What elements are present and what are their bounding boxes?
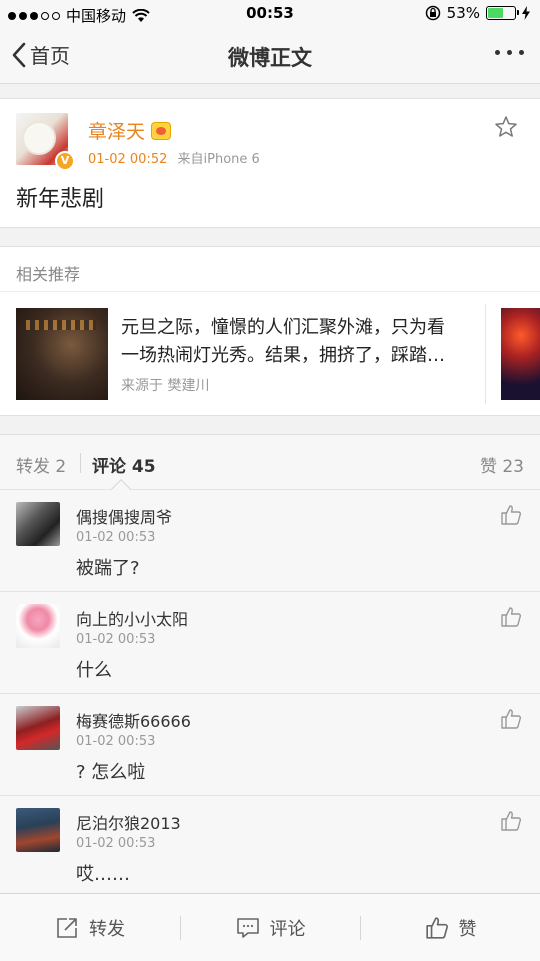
commenter-avatar[interactable] xyxy=(16,502,60,546)
post-meta: 01-02 00:52 来自iPhone 6 xyxy=(88,148,260,167)
divider xyxy=(80,453,81,473)
author-name[interactable]: 章泽天 xyxy=(88,117,172,144)
repost-button[interactable]: 转发 xyxy=(0,894,180,961)
post-time: 01-02 00:52 xyxy=(88,152,168,167)
charging-icon xyxy=(522,6,530,20)
status-bar: 中国移动 00:53 53% xyxy=(0,0,540,28)
related-header: 相关推荐 xyxy=(0,246,540,292)
rotation-lock-icon xyxy=(425,5,440,21)
tab-comment[interactable]: 评论 45 xyxy=(92,452,156,477)
commenter-avatar[interactable] xyxy=(16,706,60,750)
interaction-tabs: 转发 2 评论 45 赞 23 xyxy=(0,434,540,499)
favorite-star-icon[interactable] xyxy=(494,115,518,139)
like-icon[interactable] xyxy=(500,504,522,526)
comment-item[interactable]: 向上的小小太阳 01-02 00:53 什么 xyxy=(0,592,540,694)
post-source: 来自iPhone 6 xyxy=(177,152,260,167)
divider xyxy=(485,304,486,404)
tab-repost[interactable]: 转发 2 xyxy=(16,452,66,477)
share-icon xyxy=(57,918,77,938)
thumbs-up-icon xyxy=(425,917,448,939)
comment-text: 哎…… xyxy=(76,864,130,885)
comment-item[interactable]: 偶搜偶搜周爷 01-02 00:53 被踹了? xyxy=(0,490,540,592)
comment-time: 01-02 00:53 xyxy=(76,530,156,545)
post-card: V 章泽天 01-02 00:52 来自iPhone 6 新年悲剧 xyxy=(0,98,540,228)
comment-text: 被踹了? xyxy=(76,558,140,579)
like-icon[interactable] xyxy=(500,606,522,628)
comment-icon xyxy=(236,918,259,938)
like-icon[interactable] xyxy=(500,708,522,730)
comment-item[interactable]: 梅赛德斯66666 01-02 00:53 ? 怎么啦 xyxy=(0,694,540,796)
comment-text: ? 怎么啦 xyxy=(76,762,146,783)
commenter-name[interactable]: 偶搜偶搜周爷 xyxy=(76,504,172,528)
like-button[interactable]: 赞 xyxy=(361,894,540,961)
comment-button[interactable]: 评论 xyxy=(181,894,360,961)
related-summary: 元旦之际，憧憬的人们汇聚外滩，只为看 一场热闹灯光秀。结果，拥挤了，踩踏… xyxy=(121,314,479,370)
related-source: 来源于 樊建川 xyxy=(121,378,210,394)
post-text: 新年悲剧 xyxy=(16,187,105,212)
author-name-text: 章泽天 xyxy=(88,121,146,143)
related-item[interactable]: 元旦之际，憧憬的人们汇聚外滩，只为看 一场热闹灯光秀。结果，拥挤了，踩踏… 来源… xyxy=(0,292,540,416)
battery-percent: 53% xyxy=(446,4,480,22)
comment-text: 什么 xyxy=(76,660,112,681)
member-crown-icon xyxy=(151,121,172,140)
comment-label: 评论 xyxy=(269,919,306,940)
comment-item[interactable]: 尼泊尔狼2013 01-02 00:53 哎…… xyxy=(0,796,540,898)
commenter-avatar[interactable] xyxy=(16,808,60,852)
comment-time: 01-02 00:53 xyxy=(76,836,156,851)
more-dot xyxy=(495,50,500,55)
more-dot xyxy=(519,50,524,55)
commenter-avatar[interactable] xyxy=(16,604,60,648)
related-thumbnail xyxy=(16,308,108,400)
battery-icon xyxy=(486,6,519,20)
nav-bar: 首页 微博正文 xyxy=(0,28,540,84)
related-line-1: 元旦之际，憧憬的人们汇聚外滩，只为看 xyxy=(121,317,445,338)
commenter-name[interactable]: 向上的小小太阳 xyxy=(76,606,188,630)
comment-time: 01-02 00:53 xyxy=(76,632,156,647)
commenter-name[interactable]: 尼泊尔狼2013 xyxy=(76,810,181,834)
author-avatar[interactable]: V xyxy=(16,113,75,171)
page-title: 微博正文 xyxy=(228,46,312,70)
like-icon[interactable] xyxy=(500,810,522,832)
more-dot xyxy=(507,50,512,55)
comment-time: 01-02 00:53 xyxy=(76,734,156,749)
commenter-name[interactable]: 梅赛德斯66666 xyxy=(76,708,191,732)
verified-badge-icon: V xyxy=(55,151,75,171)
related-header-label: 相关推荐 xyxy=(16,265,81,284)
bottom-toolbar: 转发 评论 赞 xyxy=(0,893,540,961)
like-label: 赞 xyxy=(458,919,477,940)
tab-like[interactable]: 赞 23 xyxy=(480,452,524,477)
more-button[interactable] xyxy=(495,50,524,55)
repost-label: 转发 xyxy=(89,919,125,940)
related-thumbnail-next[interactable] xyxy=(501,308,540,400)
related-line-2: 一场热闹灯光秀。结果，拥挤了，踩踏… xyxy=(121,345,445,366)
